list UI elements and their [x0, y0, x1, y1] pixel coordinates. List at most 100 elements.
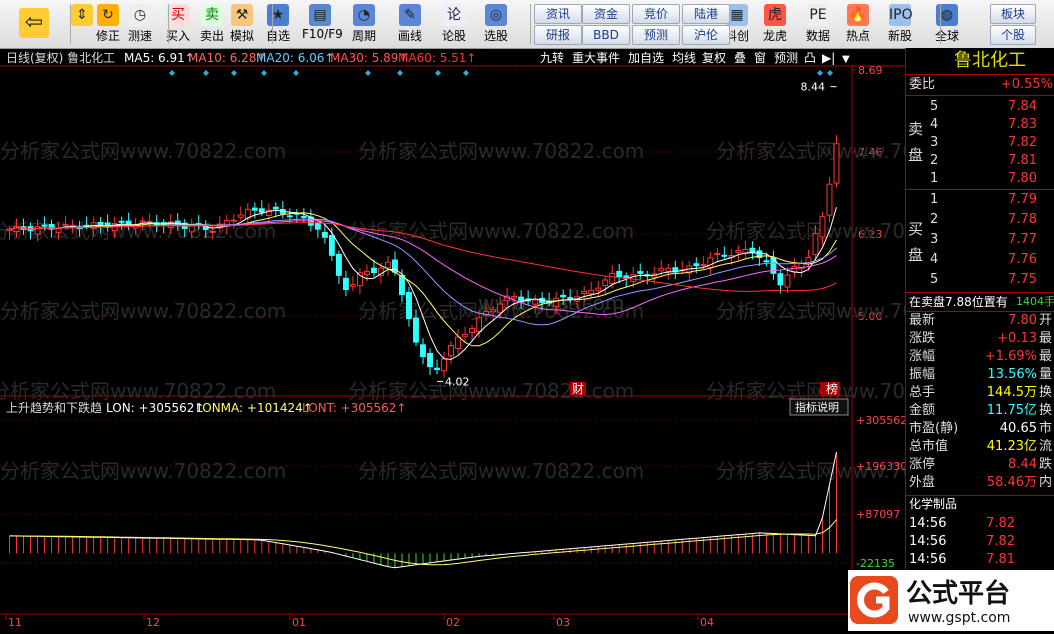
- toolbar-button-10[interactable]: ✎ 画线: [392, 2, 428, 46]
- sell-icon: 卖: [201, 4, 223, 26]
- toolbar-small-button[interactable]: 研报: [534, 25, 582, 45]
- weibi-row: 委比 +0.55%: [906, 76, 1054, 94]
- candle-body: [209, 230, 216, 233]
- toolbar-separator: [940, 4, 941, 44]
- candle-body: [693, 263, 700, 267]
- event-marker-icon[interactable]: [261, 70, 267, 76]
- chevron-down-icon[interactable]: ▼: [842, 54, 850, 65]
- chart-menu-item[interactable]: 九转: [540, 50, 564, 65]
- toolbar-button-0[interactable]: ⇦: [16, 2, 52, 46]
- event-marker-icon[interactable]: [365, 70, 371, 76]
- candle-body: [370, 267, 377, 274]
- toolbar-button-14[interactable]: 虎龙虎: [757, 2, 793, 46]
- toolbar-button-label: 论股: [441, 29, 466, 43]
- event-marker-icon[interactable]: [435, 70, 441, 76]
- toolbar-small-button[interactable]: 预测: [632, 25, 680, 45]
- candle-body: [476, 317, 483, 333]
- toolbar-button-7[interactable]: ★ 自选: [260, 2, 296, 46]
- toolbar-button-12[interactable]: ◎ 选股: [478, 2, 514, 46]
- candle-body: [700, 264, 707, 267]
- toolbar-small-button[interactable]: BBD: [582, 25, 630, 45]
- toolbar-button-9[interactable]: ◔ 周期: [346, 2, 382, 46]
- chart-area[interactable]: 日线(复权) 鲁北化工 MA5: 6.91↑MA10: 6.28↑MA20: 6.…: [0, 48, 905, 631]
- quote-field-label: 涨幅: [909, 349, 936, 364]
- toolbar-separator: [272, 4, 273, 44]
- toolbar-button-11[interactable]: 论论股: [436, 2, 472, 46]
- watermark-text: 分析家公式网www.70822.com: [0, 219, 276, 243]
- toolbar-button-17[interactable]: IPO 新股: [882, 2, 918, 46]
- chart-menu-item[interactable]: 凸: [804, 51, 816, 65]
- candle-body: [455, 336, 461, 349]
- toolbar-button-16[interactable]: 🔥 热点: [840, 2, 876, 46]
- level-price: 7.79: [1008, 192, 1037, 207]
- chart-menu-item[interactable]: 均线: [672, 51, 696, 65]
- quote-field-row: 金额 11.75亿换: [906, 402, 1054, 420]
- toolbar-small-button[interactable]: 资讯: [534, 4, 582, 24]
- event-marker-icon[interactable]: [293, 70, 299, 76]
- quote-field-label: 总手: [909, 385, 936, 400]
- event-marker-icon[interactable]: [463, 70, 469, 76]
- toolbar-button-15[interactable]: PE 数据: [800, 2, 836, 46]
- chart-menu-item[interactable]: 预测: [774, 51, 798, 65]
- tiger-icon: 虎: [764, 4, 786, 26]
- candle-body: [434, 367, 440, 371]
- candle-body: [139, 220, 146, 223]
- event-marker-icon[interactable]: [169, 70, 175, 76]
- candle-body: [335, 253, 342, 276]
- candle-body: [363, 270, 370, 275]
- indicator-axis-label: +87097: [856, 508, 900, 521]
- event-marker-icon[interactable]: [203, 70, 209, 76]
- quote-field-row: 市盈(静) 40.65 市: [906, 420, 1054, 438]
- event-marker-icon[interactable]: [397, 70, 403, 76]
- quote-field-row: 总手 144.5万换: [906, 384, 1054, 402]
- quote-field-row: 总市值 41.23亿流: [906, 438, 1054, 456]
- candle-body: [406, 291, 412, 319]
- chart-menu-item[interactable]: 复权: [702, 51, 726, 65]
- buy-level-row: 3 7.77: [906, 231, 1054, 249]
- event-marker-icon[interactable]: [827, 70, 833, 76]
- toolbar-small-button[interactable]: 沪伦: [682, 25, 730, 45]
- chart-menu-item[interactable]: 窗: [754, 51, 766, 65]
- candle-body: [637, 271, 644, 274]
- order-note-text: 在卖盘7.88位置有: [909, 295, 1008, 309]
- buy-label: 买盘: [908, 220, 924, 264]
- toolbar-button-label: 买入: [165, 29, 190, 43]
- toolbar-button-3[interactable]: ◷ 测速: [122, 2, 158, 46]
- level-number: 4: [930, 252, 939, 267]
- buy-level-row: 5 7.75: [906, 271, 1054, 289]
- toolbar-small-button[interactable]: 竞价: [632, 4, 680, 24]
- toolbar-small-button[interactable]: 板块: [990, 4, 1036, 24]
- toolbar-button-6[interactable]: ⚒ 模拟: [224, 2, 260, 46]
- watermark-text: 分析家公式网www.70822.com: [0, 379, 276, 403]
- quote-field-row: 涨跌 +0.13 最: [906, 330, 1054, 348]
- toolbar-small-button[interactable]: 个股: [990, 25, 1036, 45]
- candle-body: [721, 254, 728, 257]
- event-marker-icon[interactable]: [231, 70, 237, 76]
- quote-field-extra: 流: [1039, 439, 1053, 454]
- chart-menu-item[interactable]: 加自选: [628, 51, 664, 65]
- candle-body: [735, 249, 742, 254]
- pencil-icon: ✎: [399, 4, 421, 26]
- candlesticks: [6, 135, 840, 378]
- candle-body: [385, 261, 391, 269]
- select-stock-icon: ◎: [485, 4, 507, 26]
- ma60-label: MA60: 5.51↑: [398, 51, 476, 65]
- arrow-right-icon[interactable]: ▶|: [822, 51, 835, 65]
- toolbar-button-4[interactable]: 买买入: [160, 2, 196, 46]
- quote-field-row: 最新 7.80 开: [906, 312, 1054, 330]
- toolbar-button-2[interactable]: ↻ 修正: [90, 2, 126, 46]
- candle-body: [118, 220, 125, 223]
- toolbar-button-label: 修正: [95, 29, 120, 43]
- low-price-label: 4.02: [445, 375, 470, 388]
- toolbar-button-label: F10/F9: [302, 27, 343, 41]
- toolbar-small-button[interactable]: 资金: [582, 4, 630, 24]
- toolbar-button-18[interactable]: ◍ 全球: [929, 2, 965, 46]
- order-note-value: 1404手: [1016, 295, 1054, 308]
- chart-menu-item[interactable]: 叠: [734, 51, 746, 65]
- candle-body: [448, 344, 454, 357]
- event-marker-icon[interactable]: [817, 70, 823, 76]
- toolbar-small-button[interactable]: 陆港: [682, 4, 730, 24]
- toolbar-button-8[interactable]: ▤ F10/F9: [302, 2, 343, 46]
- candle-body: [237, 214, 244, 218]
- chart-menu-item[interactable]: 重大事件: [572, 51, 620, 65]
